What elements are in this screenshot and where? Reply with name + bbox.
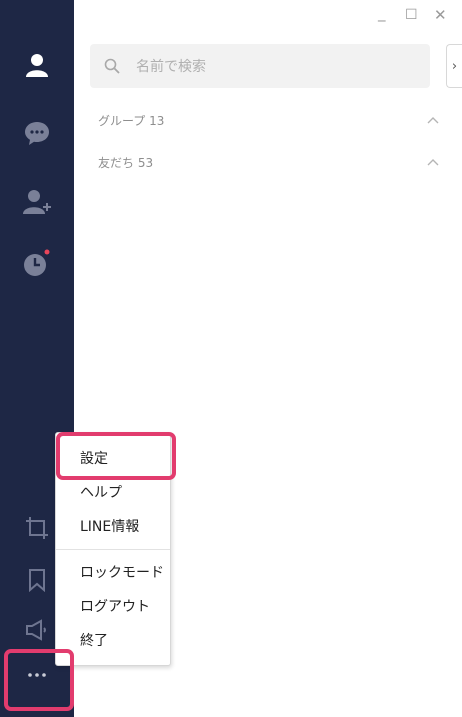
search-bar[interactable] <box>90 44 430 90</box>
maximize-button[interactable]: ☐ <box>405 6 418 24</box>
section-friends-label: 友だち 53 <box>98 156 154 170</box>
highlight-settings <box>56 432 176 480</box>
section-groups-label: グループ 13 <box>98 114 165 128</box>
chevron-right-icon: › <box>451 58 458 74</box>
menu-item-logout[interactable]: ログアウト <box>80 597 150 617</box>
highlight-more-button <box>4 649 74 711</box>
chat-icon[interactable] <box>0 120 74 146</box>
section-friends[interactable]: 友だち 53 <box>98 154 444 178</box>
notification-dot <box>44 249 50 255</box>
minimize-button[interactable]: _ <box>378 4 386 22</box>
menu-item-help[interactable]: ヘルプ <box>80 483 122 503</box>
add-friend-icon[interactable] <box>0 188 74 216</box>
close-button[interactable]: ✕ <box>434 6 447 24</box>
search-input[interactable] <box>134 44 418 90</box>
menu-item-quit[interactable]: 終了 <box>80 631 108 651</box>
menu-item-lock-mode[interactable]: ロックモード <box>80 563 164 583</box>
friends-icon[interactable] <box>0 52 74 78</box>
menu-item-line-info[interactable]: LINE情報 <box>80 517 139 537</box>
search-icon <box>104 58 120 78</box>
collapse-panel-button[interactable]: › <box>446 44 462 88</box>
chevron-up-icon[interactable] <box>426 114 440 128</box>
clock-icon[interactable] <box>0 248 74 278</box>
menu-divider <box>56 549 170 550</box>
chevron-up-icon[interactable] <box>426 156 440 170</box>
section-groups[interactable]: グループ 13 <box>98 112 444 136</box>
